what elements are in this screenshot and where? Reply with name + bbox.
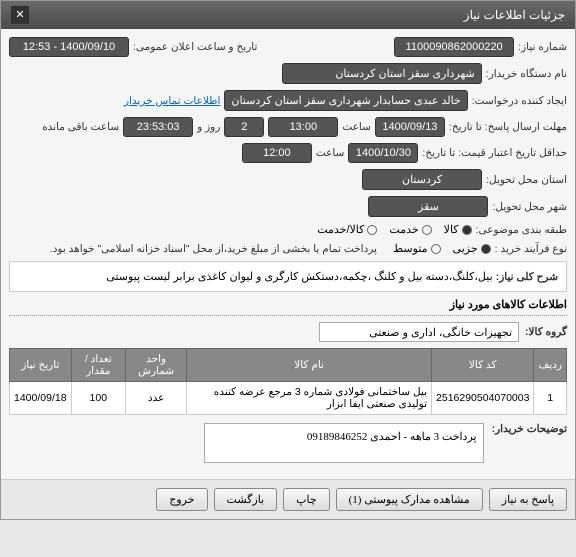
print-button[interactable]: چاپ bbox=[283, 488, 330, 511]
radio-dot-service bbox=[422, 225, 432, 235]
radio-both[interactable]: کالا/خدمت bbox=[317, 223, 377, 236]
need-number-value: 1100090862000220 bbox=[394, 37, 514, 57]
buyer-org-value: شهرداری سقز استان کردستان bbox=[282, 63, 482, 84]
general-desc-box: شرح کلی نیاز: بیل،کلنگ،دسته بیل و کلنگ ،… bbox=[9, 261, 567, 292]
city-label: شهر محل تحویل: bbox=[492, 201, 567, 213]
time-label-1: ساعت bbox=[342, 121, 371, 133]
validity-time: 12:00 bbox=[242, 143, 312, 163]
validity-date: 1400/10/30 bbox=[348, 143, 418, 163]
radio-label-partial: جزیی bbox=[453, 242, 478, 255]
category-radio-group: کالا خدمت کالا/خدمت bbox=[317, 223, 471, 236]
th-row: ردیف bbox=[534, 349, 567, 382]
radio-dot-partial bbox=[481, 244, 491, 254]
radio-kala[interactable]: کالا bbox=[444, 223, 472, 236]
items-section-header: اطلاعات کالاهای مورد نیاز bbox=[9, 298, 567, 316]
deadline-label: مهلت ارسال پاسخ: تا تاریخ: bbox=[449, 121, 567, 133]
footer-buttons: پاسخ به نیاز مشاهده مدارک پیوستی (1) چاپ… bbox=[1, 479, 575, 519]
requester-label: ایجاد کننده درخواست: bbox=[472, 95, 567, 107]
days-value: 2 bbox=[224, 117, 264, 137]
group-value[interactable] bbox=[319, 322, 519, 342]
city-value: سقز bbox=[368, 196, 488, 217]
remaining-label: ساعت باقی مانده bbox=[42, 121, 119, 133]
radio-label-medium: متوسط bbox=[393, 242, 428, 255]
remaining-time: 23:53:03 bbox=[123, 117, 193, 137]
need-number-label: شماره نیاز: bbox=[518, 41, 567, 53]
th-unit: واحد شمارش bbox=[126, 349, 187, 382]
general-desc-label: شرح کلی نیاز: bbox=[496, 271, 558, 283]
respond-button[interactable]: پاسخ به نیاز bbox=[489, 488, 567, 511]
buyer-notes-value[interactable] bbox=[204, 423, 484, 463]
radio-label-service: خدمت bbox=[389, 223, 418, 236]
radio-partial[interactable]: جزیی bbox=[453, 242, 491, 255]
process-label: نوع فرآیند خرید : bbox=[495, 243, 567, 255]
exit-button[interactable]: خروج bbox=[156, 488, 207, 511]
radio-dot-medium bbox=[431, 244, 441, 254]
table-row: 1 2516290504070003 بیل ساختمانی فولادی ش… bbox=[10, 382, 567, 415]
announce-date-label: تاریخ و ساعت اعلان عمومی: bbox=[133, 41, 257, 53]
td-code: 2516290504070003 bbox=[432, 382, 534, 415]
requester-value: خالد عبدی حسابدار شهرداری سقز استان کردس… bbox=[224, 90, 467, 111]
radio-label-kala: کالا bbox=[444, 223, 459, 236]
radio-service[interactable]: خدمت bbox=[389, 223, 431, 236]
th-code: کد کالا bbox=[432, 349, 534, 382]
content-area: شماره نیاز: 1100090862000220 تاریخ و ساع… bbox=[1, 29, 575, 479]
th-name: نام کالا bbox=[187, 349, 432, 382]
detail-window: جزئیات اطلاعات نیاز ✕ شماره نیاز: 110009… bbox=[0, 0, 576, 520]
attachments-button[interactable]: مشاهده مدارک پیوستی (1) bbox=[336, 488, 483, 511]
td-row: 1 bbox=[534, 382, 567, 415]
td-unit: عدد bbox=[126, 382, 187, 415]
category-label: طبقه بندی موضوعی: bbox=[476, 224, 567, 236]
deadline-time: 13:00 bbox=[268, 117, 338, 137]
th-date: تاریخ نیاز bbox=[10, 349, 72, 382]
validity-label: حداقل تاریخ اعتبار قیمت: تا تاریخ: bbox=[422, 147, 567, 159]
items-table: ردیف کد کالا نام کالا واحد شمارش تعداد /… bbox=[9, 348, 567, 415]
payment-note: پرداخت تمام یا بخشی از مبلغ خرید،از محل … bbox=[50, 243, 377, 255]
process-radio-group: جزیی متوسط bbox=[393, 242, 491, 255]
time-label-2: ساعت bbox=[316, 147, 345, 159]
radio-dot-both bbox=[367, 225, 377, 235]
back-button[interactable]: بازگشت bbox=[214, 488, 278, 511]
group-label: گروه کالا: bbox=[525, 326, 567, 338]
td-qty: 100 bbox=[71, 382, 125, 415]
announce-date-value: 1400/09/10 - 12:53 bbox=[9, 37, 129, 57]
general-desc-value: بیل،کلنگ،دسته بیل و کلنگ ،چکمه،دستکش کار… bbox=[106, 271, 492, 283]
buyer-notes-label: توضیحات خریدار: bbox=[492, 423, 567, 435]
table-header-row: ردیف کد کالا نام کالا واحد شمارش تعداد /… bbox=[10, 349, 567, 382]
window-title: جزئیات اطلاعات نیاز bbox=[464, 8, 565, 22]
radio-label-both: کالا/خدمت bbox=[317, 223, 364, 236]
days-label: روز و bbox=[197, 121, 220, 133]
td-name: بیل ساختمانی فولادی شماره 3 مرجع عرضه کن… bbox=[187, 382, 432, 415]
titlebar: جزئیات اطلاعات نیاز ✕ bbox=[1, 1, 575, 29]
td-date: 1400/09/18 bbox=[10, 382, 72, 415]
radio-dot-kala bbox=[462, 225, 472, 235]
th-qty: تعداد / مقدار bbox=[71, 349, 125, 382]
province-label: استان محل تحویل: bbox=[486, 174, 567, 186]
radio-medium[interactable]: متوسط bbox=[393, 242, 441, 255]
close-button[interactable]: ✕ bbox=[11, 6, 29, 24]
buyer-org-label: نام دستگاه خریدار: bbox=[486, 68, 567, 80]
province-value: کردستان bbox=[362, 169, 482, 190]
deadline-date: 1400/09/13 bbox=[375, 117, 445, 137]
contact-info-link[interactable]: اطلاعات تماس خریدار bbox=[124, 95, 220, 107]
